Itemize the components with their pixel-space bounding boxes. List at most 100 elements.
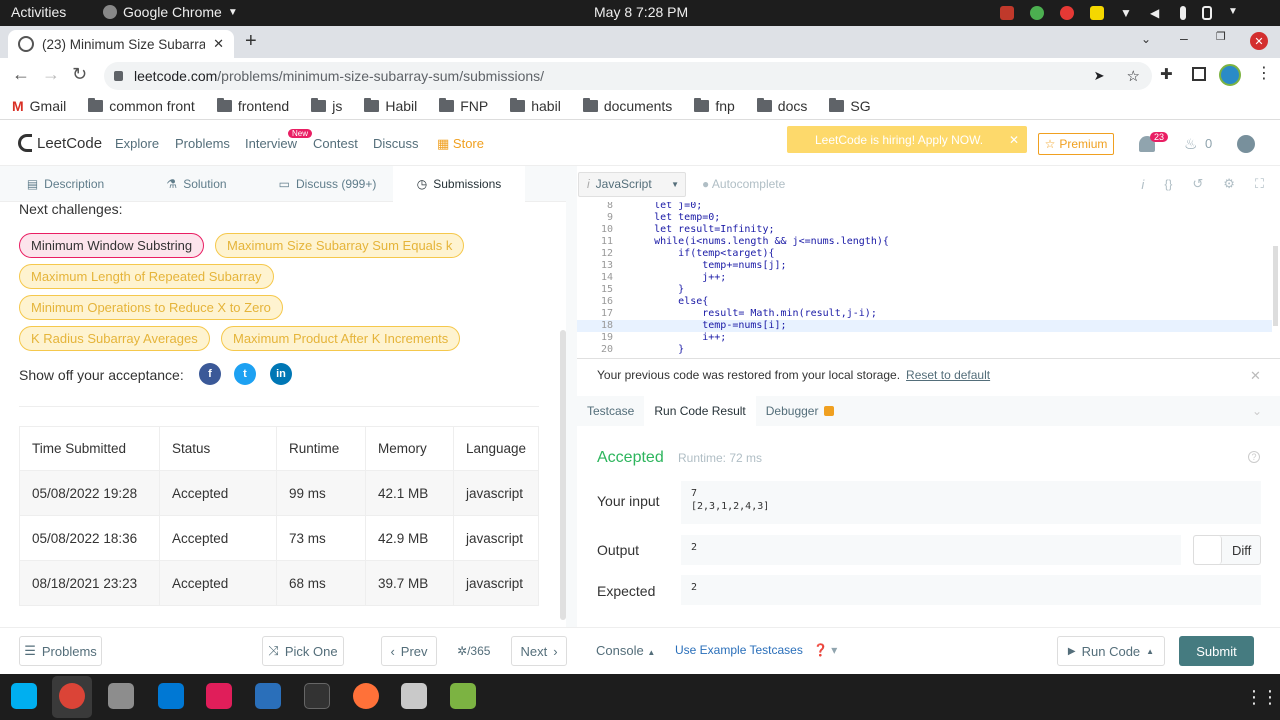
bookmark-folder[interactable]: js: [311, 97, 342, 114]
run-code-button[interactable]: ▶ Run Code ▲: [1057, 636, 1165, 666]
url-field[interactable]: leetcode.com/problems/minimum-size-subar…: [104, 62, 1152, 90]
streak-fire-icon[interactable]: ♨: [1184, 135, 1197, 153]
skype-icon[interactable]: [11, 683, 37, 709]
bookmark-folder[interactable]: habil: [510, 97, 561, 114]
info-icon[interactable]: i: [1141, 177, 1144, 192]
side-panel-icon[interactable]: [1192, 67, 1206, 81]
leetcode-logo[interactable]: LeetCode: [18, 134, 102, 152]
problem-counter[interactable]: ✲/365: [457, 644, 490, 658]
nav-store[interactable]: ▦ Store: [437, 136, 484, 152]
next-button[interactable]: Next ›: [511, 636, 567, 666]
collapse-icon[interactable]: ⌄: [1252, 404, 1262, 418]
challenge-chip[interactable]: Maximum Length of Repeated Subarray: [19, 264, 274, 289]
editor-scrollbar[interactable]: [1273, 246, 1278, 326]
user-avatar-icon[interactable]: [1237, 135, 1255, 153]
bookmark-folder[interactable]: Habil: [364, 97, 417, 114]
back-icon[interactable]: ←: [12, 64, 30, 85]
reset-to-default-link[interactable]: Reset to default: [906, 368, 990, 382]
help-icon[interactable]: ?: [1248, 451, 1260, 463]
challenge-chip[interactable]: Maximum Product After K Increments: [221, 326, 461, 351]
close-window-icon[interactable]: ✕: [1250, 32, 1268, 50]
clock[interactable]: May 8 7:28 PM: [594, 4, 688, 20]
browser-tab[interactable]: (23) Minimum Size Subarray Sum ✕: [8, 30, 234, 58]
prev-button[interactable]: ‹ Prev: [381, 636, 437, 666]
linkedin-icon[interactable]: in: [270, 363, 292, 385]
app-menu[interactable]: Google Chrome ▼: [103, 4, 238, 20]
vscode-icon[interactable]: [158, 683, 184, 709]
extensions-icon[interactable]: ✚: [1160, 65, 1173, 83]
pick-one-button[interactable]: ⤨ Pick One: [262, 636, 344, 666]
help-dropdown-icon[interactable]: ❓ ▾: [813, 643, 837, 657]
twitter-icon[interactable]: t: [234, 363, 256, 385]
writer-icon[interactable]: [255, 683, 281, 709]
activities-button[interactable]: Activities: [11, 4, 66, 20]
show-apps-icon[interactable]: ⋮⋮⋮: [1245, 687, 1280, 708]
status-link[interactable]: Accepted: [159, 560, 277, 606]
tab-testcase[interactable]: Testcase: [577, 396, 644, 426]
maximize-icon[interactable]: ❐: [1216, 30, 1226, 43]
bookmark-folder[interactable]: SG: [829, 97, 871, 114]
table-row[interactable]: 05/08/2022 18:36 Accepted 73 ms 42.9 MB …: [19, 515, 539, 561]
minimize-icon[interactable]: –: [1180, 30, 1188, 46]
nav-problems[interactable]: Problems: [175, 136, 230, 151]
challenge-chip[interactable]: K Radius Subarray Averages: [19, 326, 210, 351]
autocomplete-toggle[interactable]: ● Autocomplete: [702, 177, 785, 191]
tab-submissions[interactable]: ◷ Submissions: [393, 166, 525, 202]
bookmark-folder[interactable]: common front: [88, 97, 195, 114]
send-icon[interactable]: ➤: [1094, 68, 1105, 84]
editor-divider[interactable]: [577, 358, 1280, 359]
bookmark-folder[interactable]: docs: [756, 97, 807, 114]
forward-icon[interactable]: →: [42, 64, 60, 85]
profile-avatar[interactable]: [1219, 64, 1241, 86]
bookmark-folder[interactable]: fnp: [694, 97, 735, 114]
hiring-banner[interactable]: LeetCode is hiring! Apply NOW. ✕: [787, 126, 1027, 153]
diff-switch[interactable]: [1194, 536, 1222, 564]
tab-debugger[interactable]: Debugger: [756, 396, 845, 426]
close-banner-icon[interactable]: ✕: [1009, 133, 1019, 147]
panel-splitter[interactable]: [566, 166, 577, 627]
challenge-chip[interactable]: Minimum Operations to Reduce X to Zero: [19, 295, 283, 320]
sheet-icon[interactable]: [450, 683, 476, 709]
diff-toggle[interactable]: Diff: [1193, 535, 1261, 565]
fullscreen-icon[interactable]: ⛶: [1255, 176, 1264, 192]
firefox-icon[interactable]: [353, 683, 379, 709]
table-row[interactable]: 05/08/2022 19:28 Accepted 99 ms 42.1 MB …: [19, 470, 539, 516]
challenge-chip[interactable]: Minimum Window Substring: [19, 233, 205, 258]
close-tab-icon[interactable]: ✕: [213, 36, 224, 52]
nav-contest[interactable]: Contest: [313, 136, 358, 151]
bookmark-folder[interactable]: FNP: [439, 97, 488, 114]
reload-icon[interactable]: ↻: [72, 64, 87, 85]
more-icon[interactable]: ⋮: [1256, 63, 1272, 83]
system-tray[interactable]: ▼ ◀ ▼: [1000, 4, 1242, 22]
nav-interview[interactable]: Interview: [245, 136, 297, 151]
problems-list-button[interactable]: ☰ Problems: [19, 636, 102, 666]
close-notice-icon[interactable]: ✕: [1250, 368, 1261, 384]
tab-description[interactable]: ▤ Description: [0, 166, 131, 202]
slack-icon[interactable]: [206, 683, 232, 709]
tab-run-code-result[interactable]: Run Code Result: [644, 396, 756, 426]
code-area[interactable]: 8 let j=0; 9 let temp=0; 10 let result=I…: [577, 202, 1277, 358]
nav-explore[interactable]: Explore: [115, 136, 159, 151]
bookmark-star-icon[interactable]: ☆: [1127, 67, 1140, 85]
chrome-icon[interactable]: [59, 683, 85, 709]
bookmark-folder[interactable]: frontend: [216, 97, 289, 114]
new-tab-icon[interactable]: +: [245, 30, 257, 53]
submit-button[interactable]: Submit: [1179, 636, 1254, 666]
terminal-icon[interactable]: [304, 683, 330, 709]
reset-icon[interactable]: ↺: [1192, 176, 1203, 192]
status-link[interactable]: Accepted: [159, 515, 277, 561]
nav-discuss[interactable]: Discuss: [373, 136, 419, 151]
premium-button[interactable]: ☆ Premium: [1038, 133, 1114, 155]
table-row[interactable]: 08/18/2021 23:23 Accepted 68 ms 39.7 MB …: [19, 560, 539, 606]
tab-solution[interactable]: ⚗ Solution: [131, 166, 262, 202]
bookmark-gmail[interactable]: M Gmail: [12, 98, 66, 114]
tab-search-icon[interactable]: ⌄: [1141, 32, 1151, 46]
use-example-testcases-link[interactable]: Use Example Testcases: [675, 643, 803, 657]
language-select[interactable]: i JavaScript ▼: [578, 171, 686, 197]
image-viewer-icon[interactable]: [401, 683, 427, 709]
console-toggle[interactable]: Console ▲: [596, 643, 655, 658]
bookmark-folder[interactable]: documents: [582, 97, 672, 114]
challenge-chip[interactable]: Maximum Size Subarray Sum Equals k: [215, 233, 465, 258]
files-icon[interactable]: [108, 683, 134, 709]
tab-discuss[interactable]: ▭ Discuss (999+): [262, 166, 393, 202]
